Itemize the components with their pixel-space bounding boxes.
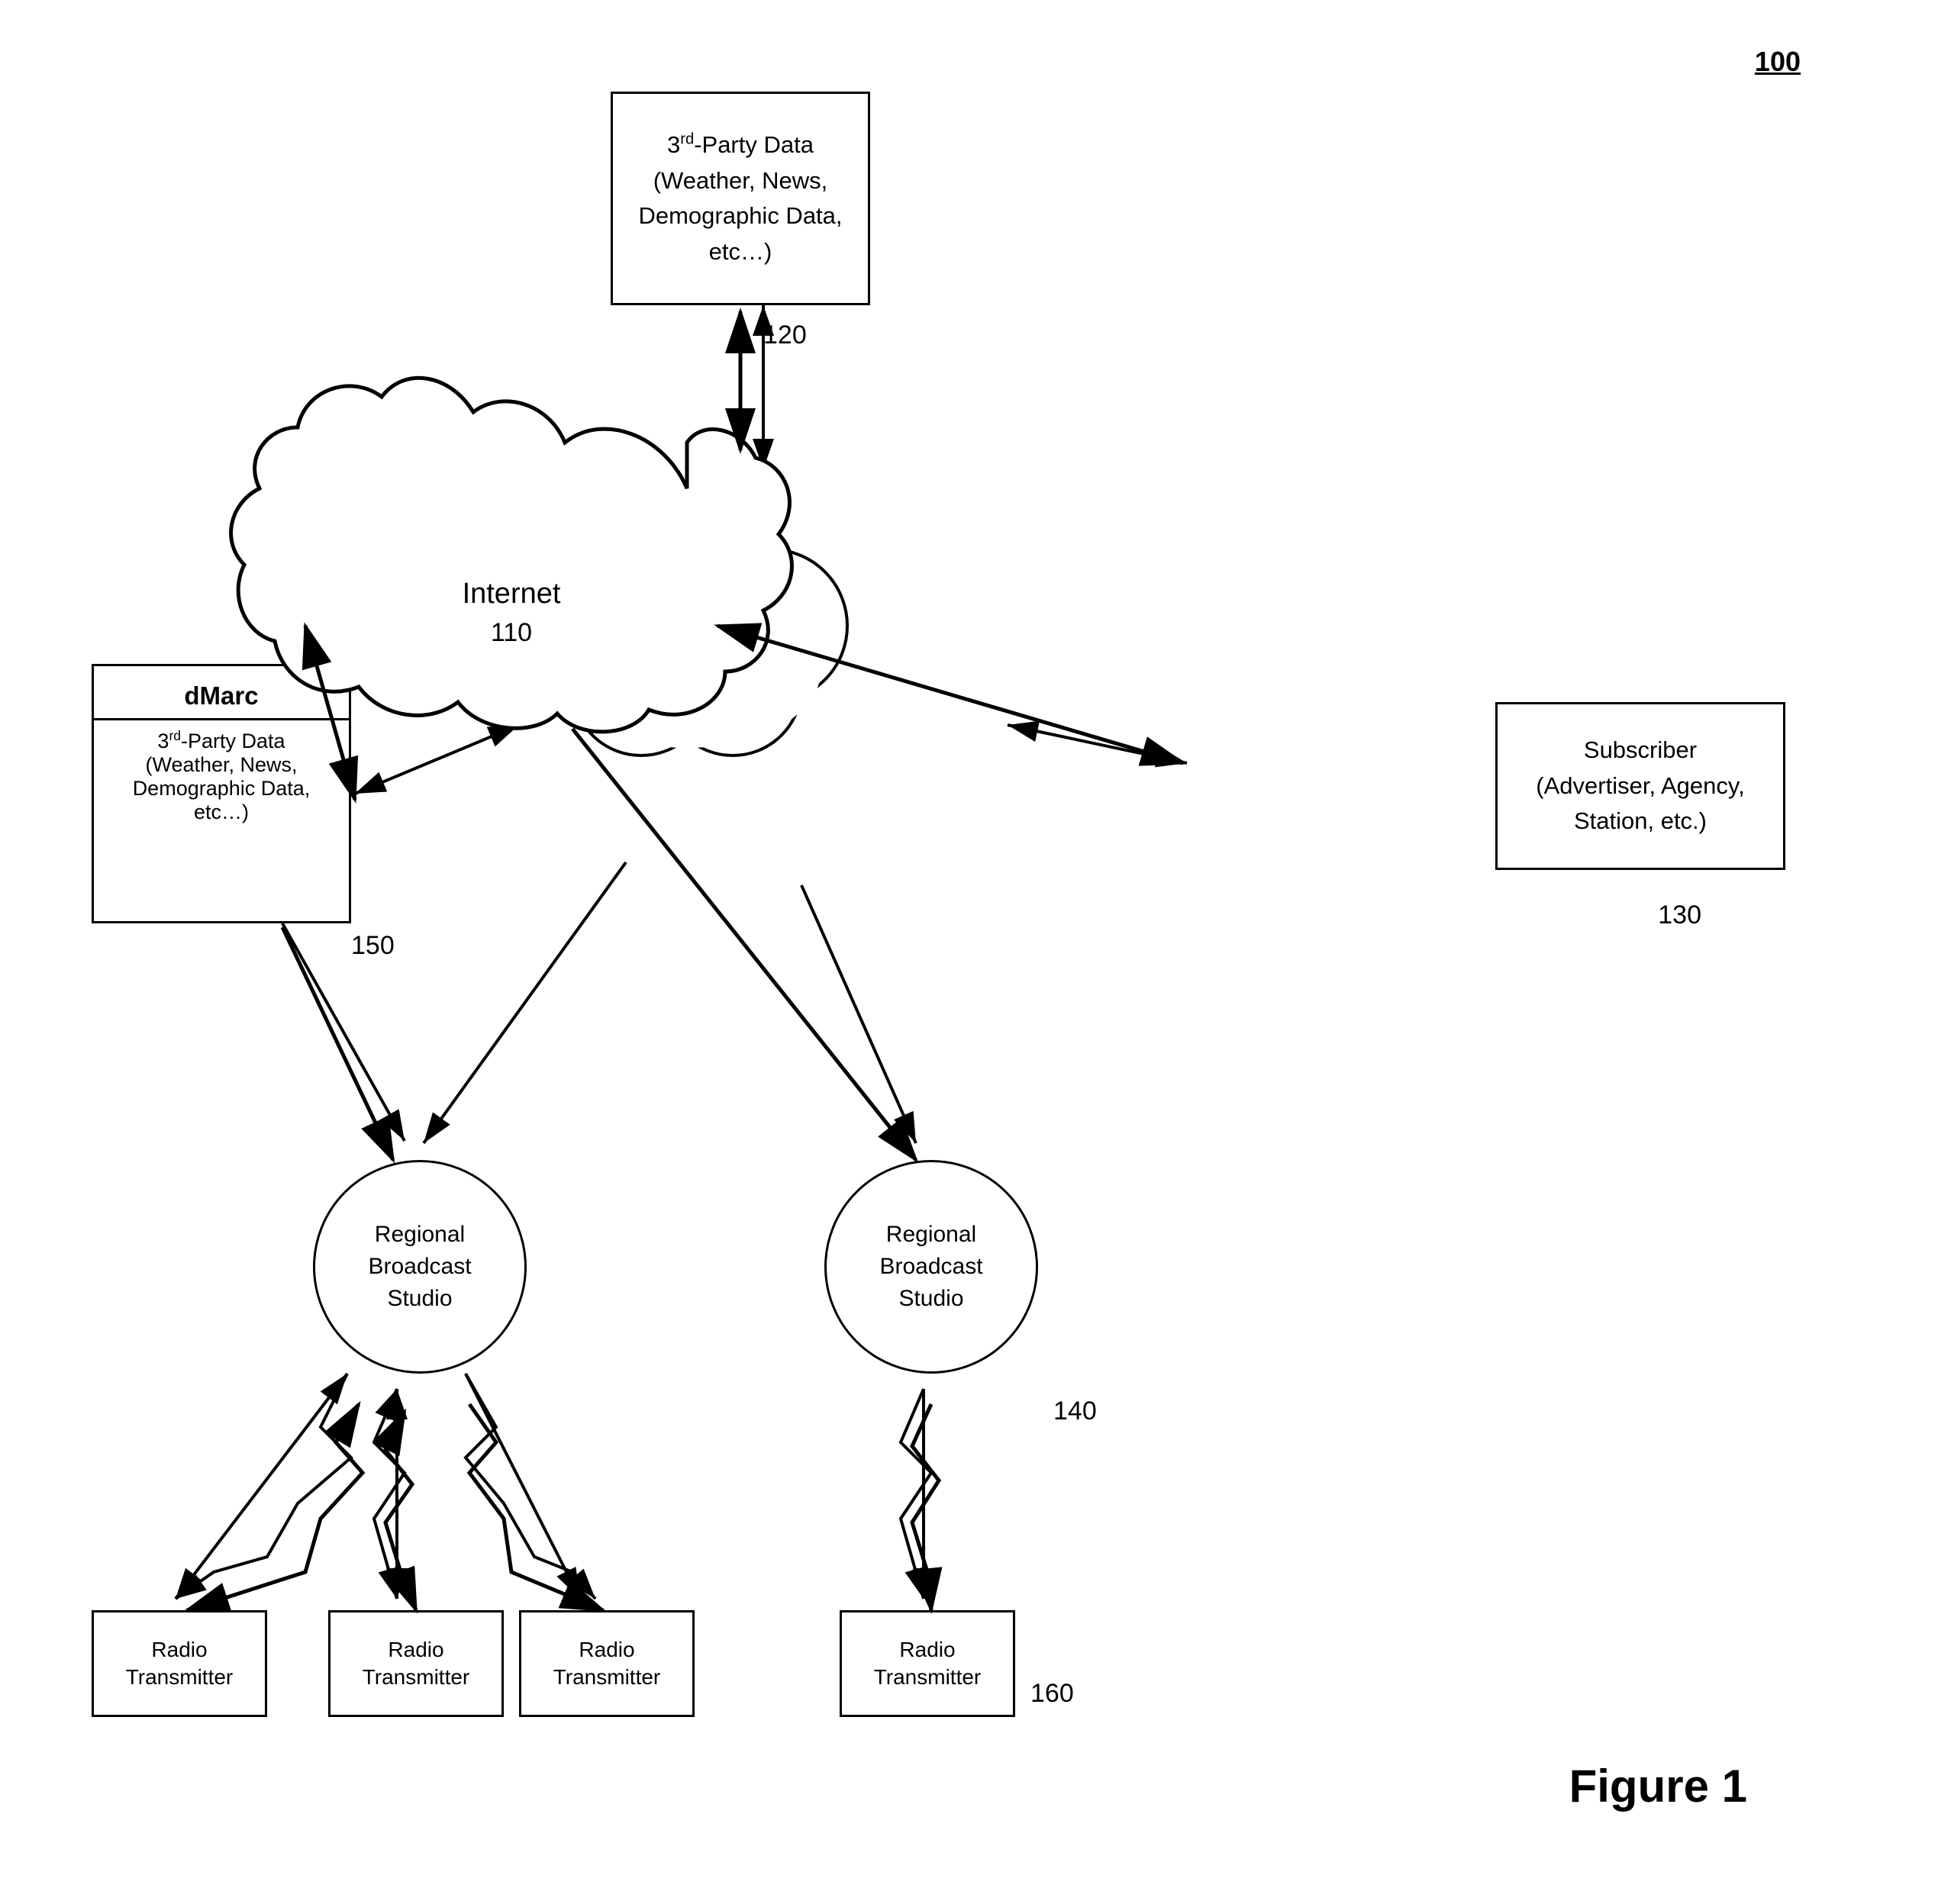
label-150: 150 xyxy=(351,931,395,961)
third-party-data-top-box: 3rd-Party Data(Weather, News,Demographic… xyxy=(611,92,870,305)
subscriber-label: Subscriber(Advertiser, Agency,Station, e… xyxy=(1536,733,1744,839)
transmitter-4-label: Radio Transmitter xyxy=(848,1636,1007,1692)
subscriber-box: Subscriber(Advertiser, Agency,Station, e… xyxy=(1495,702,1785,870)
internet-label: Internet xyxy=(463,578,561,610)
label-130: 130 xyxy=(1658,900,1701,930)
regional-studio-left: RegionalBroadcastStudio xyxy=(313,1160,527,1374)
regional-studio-right: RegionalBroadcastStudio xyxy=(824,1160,1038,1374)
regional-studio-right-label: RegionalBroadcastStudio xyxy=(879,1219,982,1315)
figure-label: Figure 1 xyxy=(1569,1760,1747,1812)
transmitter-2-label: Radio Transmitter xyxy=(337,1636,495,1692)
dmarc-title: dMarc xyxy=(94,666,349,718)
label-160: 160 xyxy=(1030,1679,1074,1709)
transmitter-1-label: Radio Transmitter xyxy=(100,1636,259,1692)
transmitter-3-label: Radio Transmitter xyxy=(527,1636,686,1692)
radio-transmitter-3: Radio Transmitter xyxy=(519,1610,695,1717)
reference-number: 100 xyxy=(1755,46,1801,78)
dmarc-box: dMarc 3rd-Party Data(Weather, News,Demog… xyxy=(92,664,351,923)
dmarc-third-party: 3rd-Party Data(Weather, News,Demographic… xyxy=(94,720,349,832)
radio-transmitter-1: Radio Transmitter xyxy=(92,1610,267,1717)
regional-studio-left-label: RegionalBroadcastStudio xyxy=(368,1219,471,1315)
internet-number: 110 xyxy=(491,618,532,647)
label-120: 120 xyxy=(763,321,807,350)
label-140: 140 xyxy=(1053,1397,1097,1426)
diagram: 100 xyxy=(0,0,1938,1904)
radio-transmitter-2: Radio Transmitter xyxy=(328,1610,504,1717)
third-party-label: 3rd-Party Data(Weather, News,Demographic… xyxy=(638,127,842,269)
radio-transmitter-4: Radio Transmitter xyxy=(840,1610,1015,1717)
